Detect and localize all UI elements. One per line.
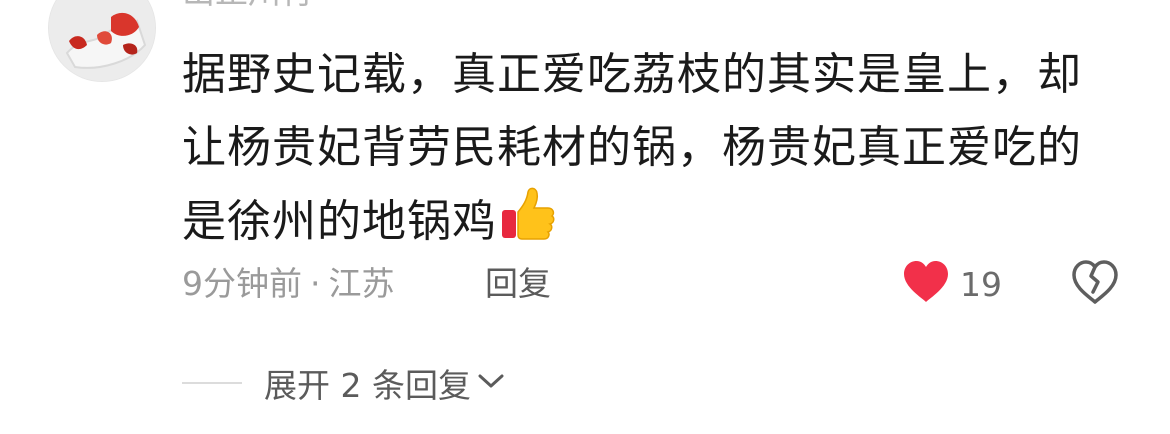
thumbs-up-emoji-icon [499, 184, 557, 264]
divider-line [182, 382, 242, 384]
dislike-button[interactable] [1071, 260, 1119, 306]
heart-icon [902, 260, 950, 308]
comment-text: 据野史记载，真正爱吃荔枝的其实是皇上，却让杨贵妃背劳民耗材的锅，杨贵妃真正爱吃的… [182, 38, 1122, 264]
chevron-down-icon [477, 371, 505, 395]
comment-time: 9分钟前 [182, 264, 302, 303]
username[interactable]: 山止川行 [182, 0, 314, 12]
comment-body: 据野史记载，真正爱吃荔枝的其实是皇上，却让杨贵妃背劳民耗材的锅，杨贵妃真正爱吃的… [182, 49, 1082, 247]
broken-heart-icon [1072, 260, 1118, 304]
like-button[interactable]: 19 [902, 258, 1002, 310]
avatar[interactable] [48, 0, 156, 82]
comment-meta: 9分钟前 · 江苏 [182, 262, 395, 306]
reply-button[interactable]: 回复 [485, 262, 551, 306]
like-count: 19 [960, 264, 1002, 304]
comment-location: 江苏 [328, 264, 395, 303]
expand-replies-button[interactable]: 展开 2 条回复 [182, 360, 505, 406]
avatar-image [49, 0, 155, 81]
expand-replies-label: 展开 2 条回复 [264, 366, 471, 405]
meta-separator: · [310, 264, 321, 303]
